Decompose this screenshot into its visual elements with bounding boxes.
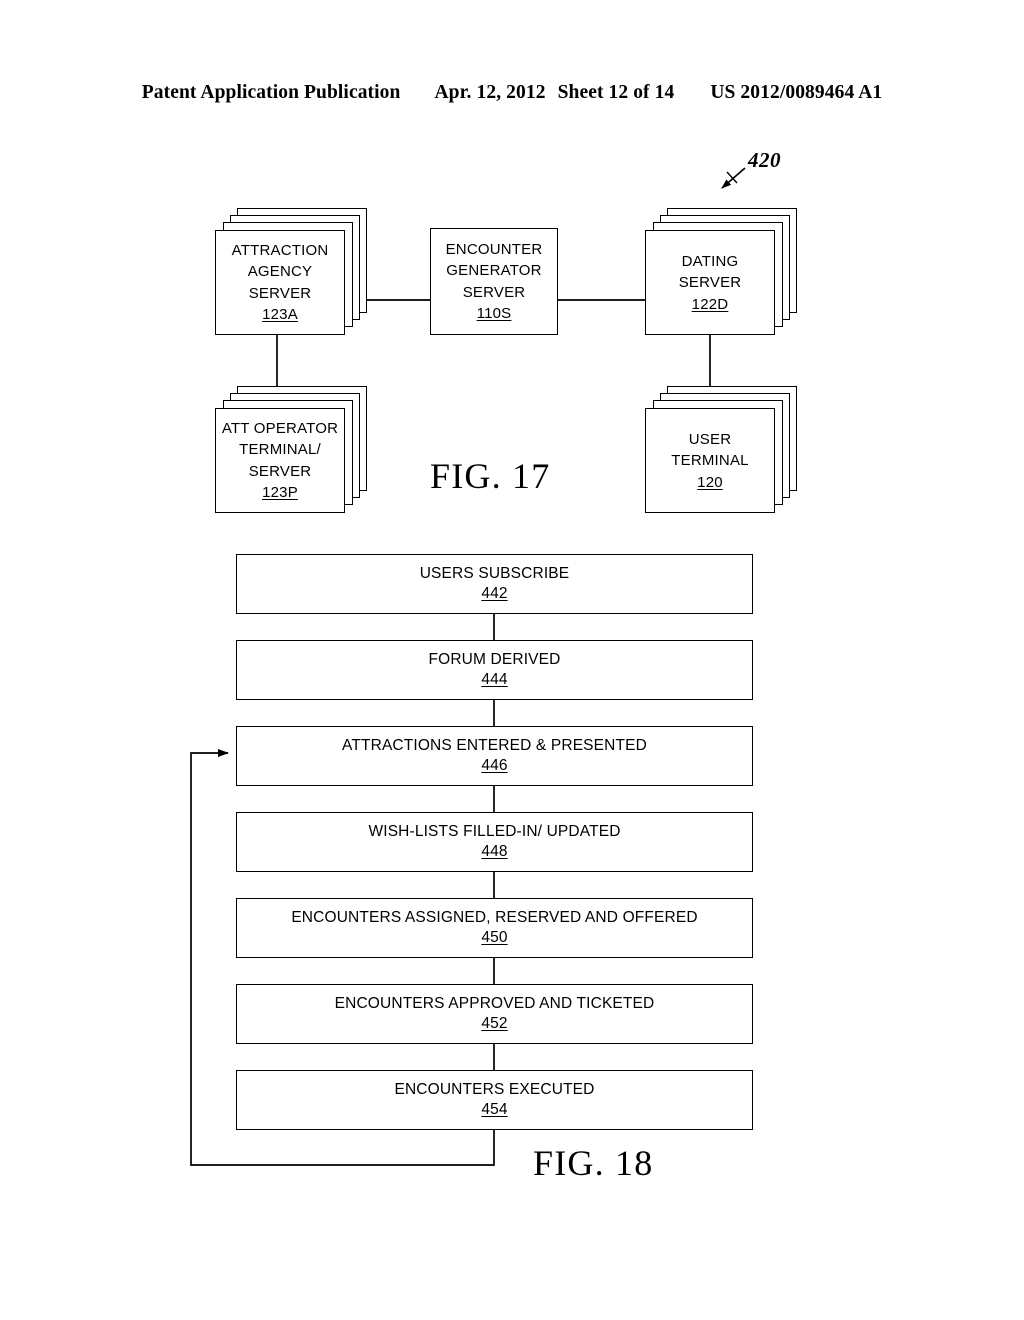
node-face: ATTRACTION AGENCY SERVER 123A	[215, 230, 345, 335]
flow-step-attractions-entered[interactable]: ATTRACTIONS ENTERED & PRESENTED 446	[236, 726, 753, 786]
node-attraction-agency-server[interactable]: ATTRACTION AGENCY SERVER 123A	[215, 208, 367, 335]
node-face: USER TERMINAL 120	[645, 408, 775, 513]
node-label: ATTRACTION AGENCY SERVER	[231, 241, 329, 302]
flow-step-label: ATTRACTIONS ENTERED & PRESENTED	[342, 737, 647, 754]
flow-step-label: ENCOUNTERS ASSIGNED, RESERVED AND OFFERE…	[291, 909, 698, 926]
flow-step-label: FORUM DERIVED	[428, 651, 561, 668]
node-reference-number: 110S	[476, 305, 512, 323]
figure-17-title: FIG. 17	[430, 456, 551, 496]
header-sheet-number: Sheet 12 of 14	[557, 82, 675, 103]
flow-step-reference-number: 452	[481, 1015, 508, 1032]
node-dating-server[interactable]: DATING SERVER 122D	[645, 208, 797, 335]
node-label: ENCOUNTER GENERATOR SERVER	[445, 240, 543, 301]
callout-420-leader	[721, 167, 746, 189]
flow-step-forum-derived[interactable]: FORUM DERIVED 444	[236, 640, 753, 700]
flow-step-label: WISH-LISTS FILLED-IN/ UPDATED	[368, 823, 621, 840]
flow-step-label: USERS SUBSCRIBE	[419, 565, 570, 582]
flow-step-reference-number: 450	[481, 929, 508, 946]
flow-step-label: ENCOUNTERS EXECUTED	[394, 1081, 595, 1098]
flow-step-users-subscribe[interactable]: USERS SUBSCRIBE 442	[236, 554, 753, 614]
flow-step-label: ENCOUNTERS APPROVED AND TICKETED	[334, 995, 655, 1012]
callout-420-label: 420	[748, 148, 781, 172]
flow-step-reference-number: 444	[481, 671, 508, 688]
header-patent-number: US 2012/0089464 A1	[710, 82, 883, 103]
node-encounter-generator-server[interactable]: ENCOUNTER GENERATOR SERVER 110S	[430, 228, 558, 335]
flow-step-wish-lists-updated[interactable]: WISH-LISTS FILLED-IN/ UPDATED 448	[236, 812, 753, 872]
node-label: DATING SERVER	[678, 252, 742, 292]
header-publication-title: Patent Application Publication	[141, 82, 401, 103]
flow-step-encounters-assigned[interactable]: ENCOUNTERS ASSIGNED, RESERVED AND OFFERE…	[236, 898, 753, 958]
node-label: USER TERMINAL	[671, 430, 749, 470]
node-reference-number: 122D	[691, 295, 729, 313]
node-label: ATT OPERATOR TERMINAL/ SERVER	[221, 419, 339, 480]
node-reference-number: 123A	[262, 306, 298, 324]
flow-step-encounters-executed[interactable]: ENCOUNTERS EXECUTED 454	[236, 1070, 753, 1130]
node-face: ATT OPERATOR TERMINAL/ SERVER 123P	[215, 408, 345, 513]
node-reference-number: 123P	[262, 484, 298, 502]
node-face: ENCOUNTER GENERATOR SERVER 110S	[430, 228, 558, 335]
node-reference-number: 120	[697, 473, 723, 491]
header-publication-date: Apr. 12, 2012	[434, 82, 546, 103]
node-face: DATING SERVER 122D	[645, 230, 775, 335]
flow-step-encounters-approved[interactable]: ENCOUNTERS APPROVED AND TICKETED 452	[236, 984, 753, 1044]
flow-step-reference-number: 446	[481, 757, 508, 774]
node-att-operator-terminal-server[interactable]: ATT OPERATOR TERMINAL/ SERVER 123P	[215, 386, 367, 513]
page-header: Patent Application Publication Apr. 12, …	[0, 82, 1024, 110]
figure-18-title: FIG. 18	[533, 1143, 654, 1183]
flow-step-reference-number: 448	[481, 843, 508, 860]
flow-step-reference-number: 442	[481, 585, 508, 602]
flow-step-reference-number: 454	[481, 1101, 508, 1118]
node-user-terminal[interactable]: USER TERMINAL 120	[645, 386, 797, 513]
